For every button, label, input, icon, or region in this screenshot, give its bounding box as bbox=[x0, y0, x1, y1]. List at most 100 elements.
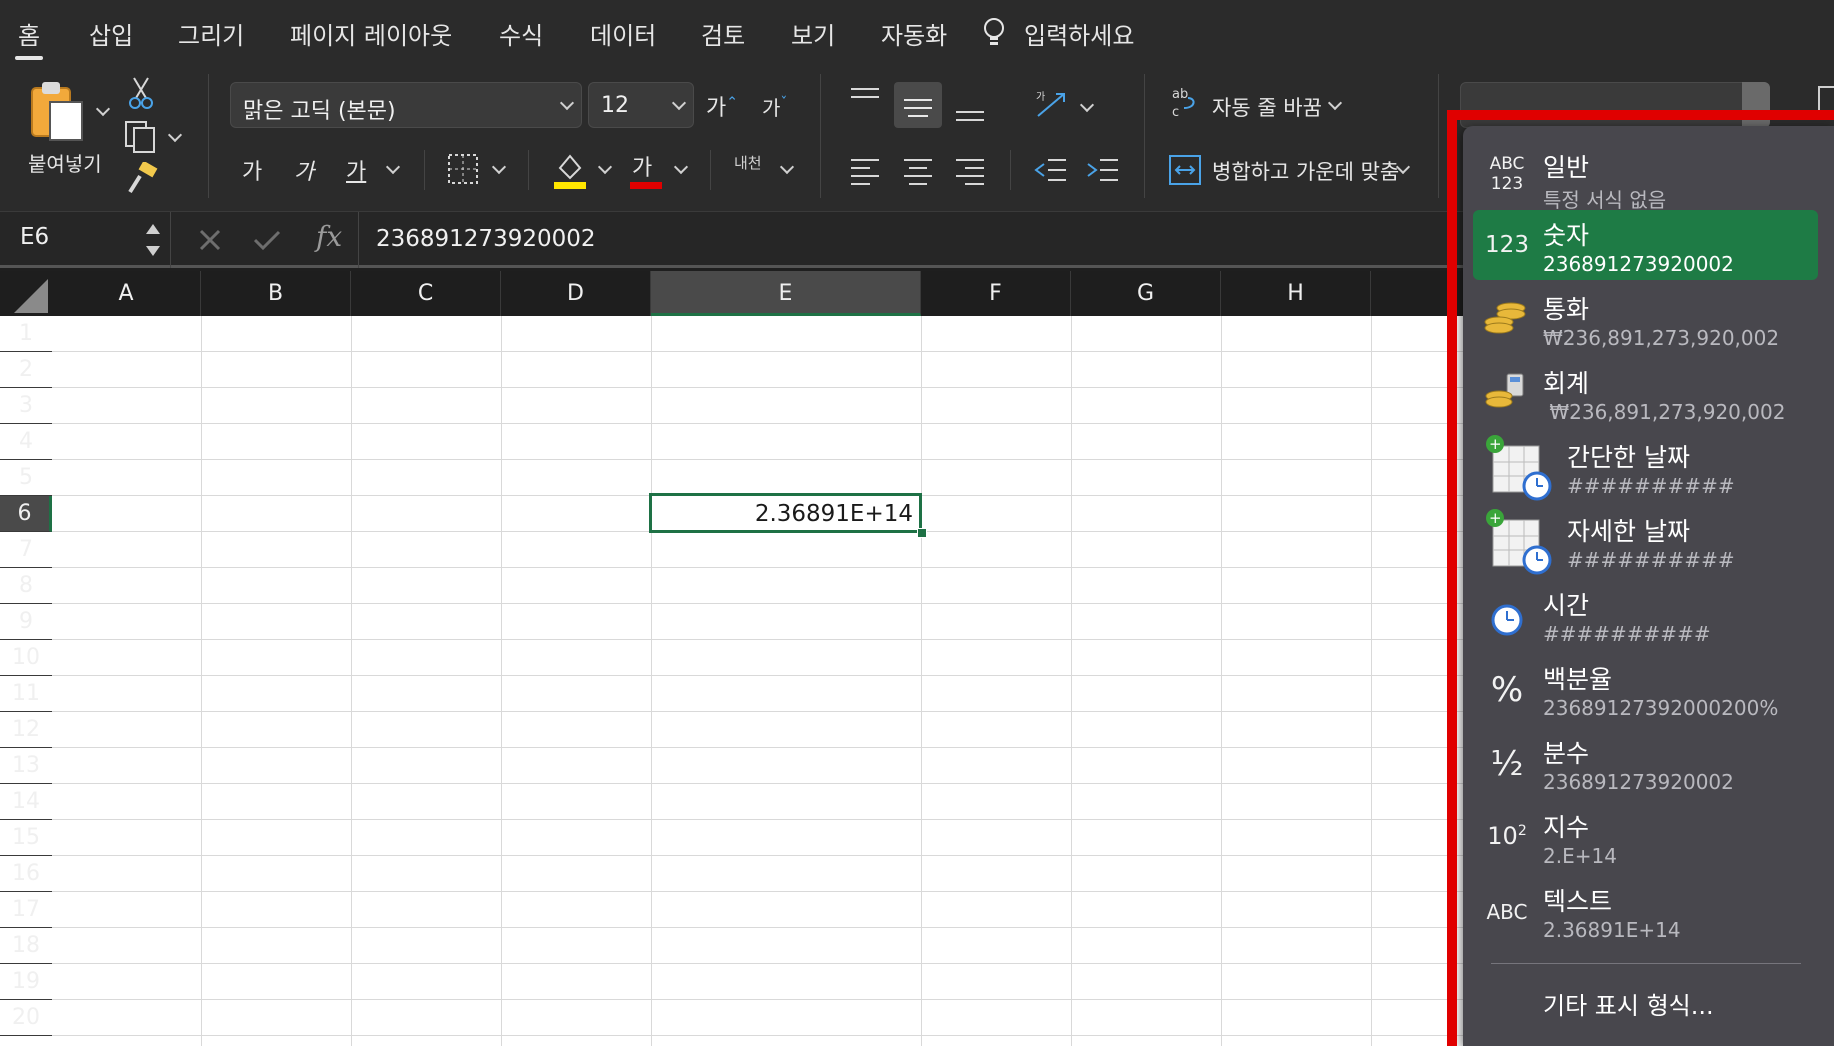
wrap-text-button[interactable]: 자동 줄 바꿈 bbox=[1212, 92, 1322, 122]
format-item-currency[interactable]: 통화 ₩236,891,273,920,002 bbox=[1473, 284, 1818, 354]
wrap-text-chevron-icon[interactable] bbox=[1327, 95, 1343, 111]
row-header[interactable] bbox=[0, 1036, 52, 1046]
row-header[interactable]: 8 bbox=[0, 568, 52, 604]
orientation-chevron-icon[interactable] bbox=[1079, 97, 1095, 113]
format-item-preview: 특정 서식 없음 bbox=[1543, 188, 1667, 212]
borders-chevron-icon[interactable] bbox=[491, 159, 507, 175]
name-box[interactable]: E6 bbox=[20, 224, 49, 250]
paste-dropdown-chevron-icon[interactable] bbox=[95, 101, 111, 117]
format-item-general[interactable]: ABC 123 일반 특정 서식 없음 bbox=[1473, 142, 1818, 212]
row-header[interactable]: 12 bbox=[0, 712, 52, 748]
font-color-chevron-icon[interactable] bbox=[673, 159, 689, 175]
align-top-icon[interactable] bbox=[850, 86, 880, 112]
merge-center-icon[interactable] bbox=[1168, 154, 1202, 186]
conditional-format-icon[interactable] bbox=[1818, 86, 1834, 116]
decrease-indent-icon[interactable] bbox=[1034, 156, 1068, 186]
tab-data[interactable]: 데이터 bbox=[590, 16, 656, 51]
tab-formulas[interactable]: 수식 bbox=[499, 16, 543, 51]
align-middle-icon[interactable] bbox=[903, 94, 933, 120]
row-header[interactable]: 13 bbox=[0, 748, 52, 784]
column-header-b[interactable]: B bbox=[201, 271, 351, 316]
format-painter-icon[interactable] bbox=[126, 162, 160, 196]
tab-automate[interactable]: 자동화 bbox=[881, 16, 947, 51]
column-header-a[interactable]: A bbox=[52, 271, 201, 316]
tell-me-search[interactable]: 입력하세요 bbox=[1024, 16, 1134, 51]
tab-review[interactable]: 검토 bbox=[701, 16, 745, 51]
format-item-long-date[interactable]: + 자세한 날짜 ########## bbox=[1473, 506, 1818, 576]
format-item-scientific[interactable]: 102 지수 2.E+14 bbox=[1473, 802, 1818, 872]
column-header-e[interactable]: E bbox=[651, 271, 921, 316]
row-header[interactable]: 3 bbox=[0, 388, 52, 424]
row-header[interactable]: 16 bbox=[0, 856, 52, 892]
tab-view[interactable]: 보기 bbox=[791, 16, 835, 51]
phonetic-guide-button[interactable]: 내천 bbox=[734, 152, 762, 173]
bold-button[interactable]: 가 bbox=[242, 154, 262, 186]
row-header[interactable]: 15 bbox=[0, 820, 52, 856]
font-color-button[interactable]: 가 bbox=[632, 150, 652, 182]
row-header[interactable]: 19 bbox=[0, 964, 52, 1000]
formula-input[interactable]: 236891273920002 bbox=[376, 226, 596, 252]
row-header[interactable]: 5 bbox=[0, 460, 52, 496]
format-item-percentage[interactable]: % 백분율 23689127392000200% bbox=[1473, 654, 1818, 724]
align-right-icon[interactable] bbox=[955, 156, 985, 186]
format-item-accounting[interactable]: 회계 ₩236,891,273,920,002 bbox=[1473, 358, 1818, 428]
copy-icon[interactable] bbox=[124, 120, 158, 154]
italic-button[interactable]: 가 bbox=[294, 154, 314, 186]
phonetic-chevron-icon[interactable] bbox=[779, 159, 795, 175]
column-header-h[interactable]: H bbox=[1221, 271, 1371, 316]
format-item-fraction[interactable]: ½ 분수 236891273920002 bbox=[1473, 728, 1818, 798]
align-center-icon[interactable] bbox=[903, 156, 933, 186]
fill-color-icon[interactable] bbox=[552, 150, 588, 190]
cancel-edit-icon[interactable] bbox=[198, 228, 222, 252]
format-item-short-date[interactable]: + 간단한 날짜 ########## bbox=[1473, 432, 1818, 502]
row-header[interactable]: 9 bbox=[0, 604, 52, 640]
fill-color-chevron-icon[interactable] bbox=[597, 159, 613, 175]
column-header-g[interactable]: G bbox=[1071, 271, 1221, 316]
select-all-corner[interactable] bbox=[0, 271, 52, 316]
row-header[interactable]: 2 bbox=[0, 352, 52, 388]
row-header[interactable]: 17 bbox=[0, 892, 52, 928]
tab-home[interactable]: 홈 bbox=[14, 16, 44, 60]
format-item-time[interactable]: 시간 ########## bbox=[1473, 580, 1818, 650]
format-item-number[interactable]: 123 숫자 236891273920002 bbox=[1473, 210, 1818, 280]
number-format-select[interactable] bbox=[1460, 82, 1770, 128]
tab-insert[interactable]: 삽입 bbox=[89, 16, 133, 51]
paste-icon[interactable] bbox=[28, 80, 88, 144]
font-name-select[interactable]: 맑은 고딕 (본문) bbox=[230, 82, 582, 128]
borders-icon[interactable] bbox=[446, 152, 480, 186]
increase-indent-icon[interactable] bbox=[1086, 156, 1120, 186]
underline-button[interactable]: 가 bbox=[346, 154, 366, 186]
copy-dropdown-chevron-icon[interactable] bbox=[167, 127, 183, 143]
tab-draw[interactable]: 그리기 bbox=[178, 16, 244, 51]
cut-icon[interactable] bbox=[128, 76, 154, 110]
decrease-font-size-button[interactable]: 가ˇ bbox=[762, 92, 787, 121]
row-header[interactable]: 1 bbox=[0, 316, 52, 352]
fill-handle[interactable] bbox=[917, 528, 927, 538]
row-header[interactable]: 18 bbox=[0, 928, 52, 964]
column-header-f[interactable]: F bbox=[921, 271, 1071, 316]
row-header[interactable]: 10 bbox=[0, 640, 52, 676]
row-header[interactable]: 11 bbox=[0, 676, 52, 712]
more-number-formats-item[interactable]: 기타 표시 형식... bbox=[1543, 986, 1714, 1021]
increase-font-size-button[interactable]: 가⌃ bbox=[706, 90, 738, 122]
selected-cell-e6[interactable]: 2.36891E+14 bbox=[649, 493, 922, 533]
number-format-dropdown-button[interactable] bbox=[1742, 82, 1770, 128]
row-header[interactable]: 20 bbox=[0, 1000, 52, 1036]
row-header[interactable]: 4 bbox=[0, 424, 52, 460]
orientation-icon[interactable]: 가 bbox=[1034, 88, 1070, 120]
column-header-c[interactable]: C bbox=[351, 271, 501, 316]
column-header-d[interactable]: D bbox=[501, 271, 651, 316]
format-item-text[interactable]: ABC 텍스트 2.36891E+14 bbox=[1473, 876, 1818, 946]
align-bottom-icon[interactable] bbox=[955, 98, 985, 124]
wrap-text-icon[interactable]: ab c bbox=[1170, 86, 1202, 120]
underline-chevron-icon[interactable] bbox=[385, 159, 401, 175]
row-header[interactable]: 7 bbox=[0, 532, 52, 568]
row-header-selected[interactable]: 6 bbox=[0, 496, 52, 532]
row-header[interactable]: 14 bbox=[0, 784, 52, 820]
tab-page-layout[interactable]: 페이지 레이아웃 bbox=[290, 16, 452, 51]
insert-function-button[interactable]: fx bbox=[316, 220, 342, 253]
merge-center-button[interactable]: 병합하고 가운데 맞춤 bbox=[1212, 156, 1399, 186]
confirm-edit-icon[interactable] bbox=[252, 228, 282, 252]
align-left-icon[interactable] bbox=[850, 156, 880, 186]
name-box-stepper-icon[interactable] bbox=[144, 220, 162, 260]
